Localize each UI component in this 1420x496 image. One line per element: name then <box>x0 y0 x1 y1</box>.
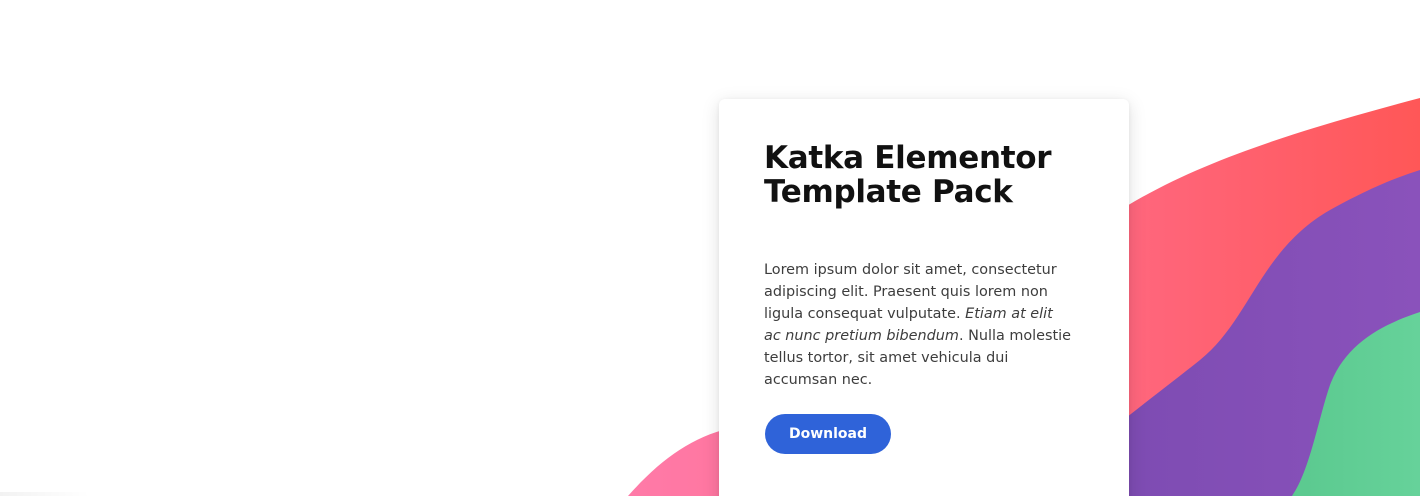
promo-card: Katka Elementor Template Pack Lorem ipsu… <box>719 99 1129 496</box>
corner-shadow <box>0 492 90 496</box>
card-title: Katka Elementor Template Pack <box>764 140 1052 210</box>
background-waves <box>628 98 1420 496</box>
hero-section: Katka Elementor Template Pack Lorem ipsu… <box>0 0 1420 496</box>
download-button[interactable]: Download <box>765 414 891 454</box>
card-description: Lorem ipsum dolor sit amet, consectetur … <box>764 259 1074 391</box>
